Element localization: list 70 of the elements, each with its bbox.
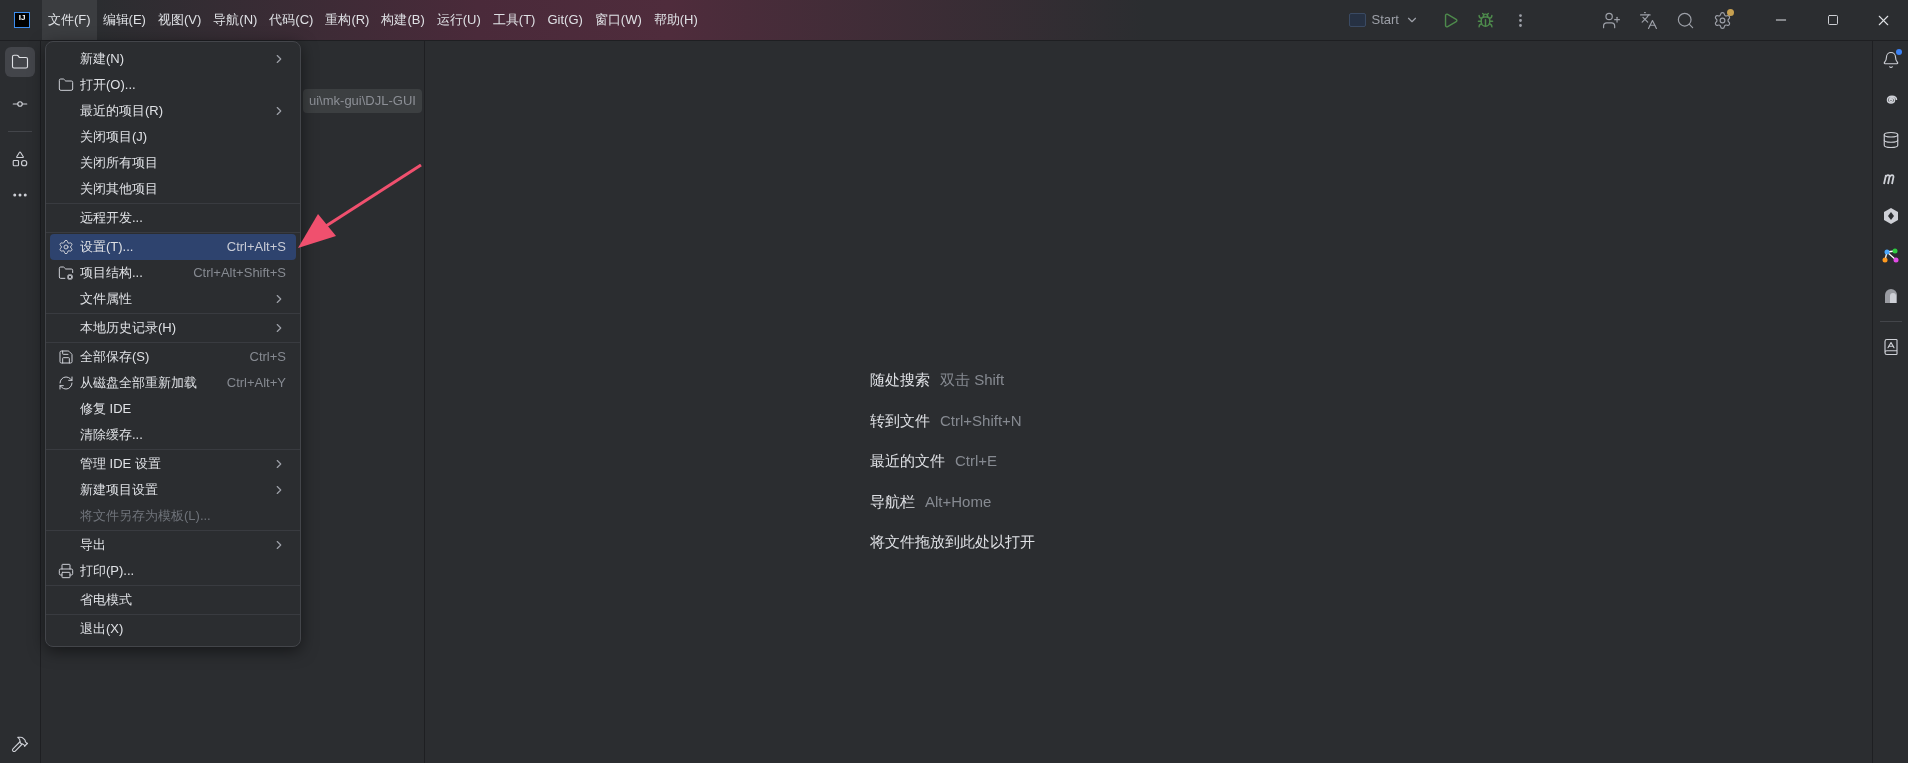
menu-item[interactable]: 修复 IDE: [50, 396, 296, 422]
database-icon[interactable]: [1881, 131, 1900, 149]
run-icon[interactable]: [1442, 11, 1459, 29]
hint-shortcut: 双击 Shift: [940, 370, 1005, 390]
hint-action: 将文件拖放到此处以打开: [870, 532, 1035, 552]
menu-item[interactable]: 设置(T)... Ctrl+Alt+S: [50, 234, 296, 260]
menu-item[interactable]: 清除缓存...: [50, 422, 296, 448]
menu-bar-item[interactable]: 构建(B): [375, 0, 431, 40]
menu-item[interactable]: 省电模式: [50, 587, 296, 613]
config-icon: [1348, 13, 1366, 27]
folder-icon[interactable]: [5, 47, 35, 77]
menu-bar-item[interactable]: 代码(C): [263, 0, 320, 40]
menu-bar-item[interactable]: 窗口(W): [588, 0, 648, 40]
menu-bar-item[interactable]: 导航(N): [207, 0, 264, 40]
menu-bar-item[interactable]: 工具(T): [486, 0, 542, 40]
save-icon: [58, 349, 74, 365]
shortcut: Ctrl+S: [249, 348, 286, 367]
menu-item[interactable]: 打印(P)...: [50, 558, 296, 584]
menu-item[interactable]: 关闭其他项目: [50, 176, 296, 202]
hint-action: 随处搜索: [870, 370, 930, 390]
hint-action: 转到文件: [870, 410, 930, 431]
folder-icon: [58, 77, 74, 93]
menu-item[interactable]: 关闭项目(J): [50, 124, 296, 150]
settings-icon[interactable]: [1713, 10, 1732, 30]
folder-icon: [58, 265, 74, 281]
debug-icon[interactable]: [1477, 11, 1494, 29]
menu-bar-item[interactable]: 编辑(E): [96, 0, 152, 40]
graph-icon[interactable]: [1881, 247, 1900, 265]
menu-item[interactable]: 打开(O)...: [50, 72, 296, 98]
menu-bar-item[interactable]: Git(G): [541, 0, 589, 40]
menu-bar-item[interactable]: 重构(R): [319, 0, 376, 40]
shortcut: Ctrl+Alt+S: [226, 238, 286, 257]
menu-bar-item[interactable]: 文件(F): [42, 0, 97, 40]
settings-icon: [58, 239, 74, 255]
search-icon[interactable]: [1676, 10, 1695, 30]
hint-shortcut: Alt+Home: [925, 491, 992, 512]
hint-action: 最近的文件: [870, 451, 945, 471]
hint-action: 导航栏: [870, 491, 915, 512]
menu-item[interactable]: 最近的项目(R): [50, 98, 296, 124]
hint-shortcut: Ctrl+E: [955, 451, 998, 471]
menu-bar-item[interactable]: 帮助(H): [647, 0, 704, 40]
translate-icon[interactable]: [1639, 10, 1658, 30]
menu-item[interactable]: 管理 IDE 设置: [50, 451, 296, 477]
structure-icon[interactable]: [11, 150, 29, 168]
shortcut: Ctrl+Alt+Y: [226, 374, 286, 393]
menu-bar-item[interactable]: 运行(U): [430, 0, 487, 40]
reload-icon: [58, 375, 74, 391]
maximize-icon[interactable]: [1827, 14, 1839, 26]
menu-item[interactable]: 远程开发...: [50, 205, 296, 231]
dictionary-icon[interactable]: [1881, 338, 1900, 356]
menu-item[interactable]: 本地历史记录(H): [50, 315, 296, 341]
menu-item[interactable]: 退出(X): [50, 616, 296, 642]
build-icon[interactable]: [11, 735, 29, 753]
printer-icon: [58, 563, 74, 579]
menu-bar-item[interactable]: 视图(V): [151, 0, 208, 40]
path-tooltip: ui\mk-gui\DJL-GUI: [303, 89, 422, 113]
menu-item[interactable]: 文件属性: [50, 286, 296, 312]
menu-item[interactable]: 新建(N): [50, 46, 296, 72]
run-config-selector[interactable]: Start: [1348, 10, 1419, 30]
add-user-icon[interactable]: [1602, 10, 1621, 30]
shortcut: Ctrl+Alt+Shift+S: [193, 264, 286, 283]
app-logo[interactable]: IJ: [14, 12, 30, 28]
hint-shortcut: Ctrl+Shift+N: [940, 410, 1022, 431]
menu-item[interactable]: 新建项目设置: [50, 477, 296, 503]
menu-item[interactable]: 从磁盘全部重新加载 Ctrl+Alt+Y: [50, 370, 296, 396]
notification-icon[interactable]: [1881, 51, 1900, 69]
menu-item[interactable]: 项目结构... Ctrl+Alt+Shift+S: [50, 260, 296, 286]
menu-item[interactable]: 关闭所有项目: [50, 150, 296, 176]
menu-item[interactable]: 全部保存(S) Ctrl+S: [50, 344, 296, 370]
menu-item[interactable]: 导出: [50, 532, 296, 558]
